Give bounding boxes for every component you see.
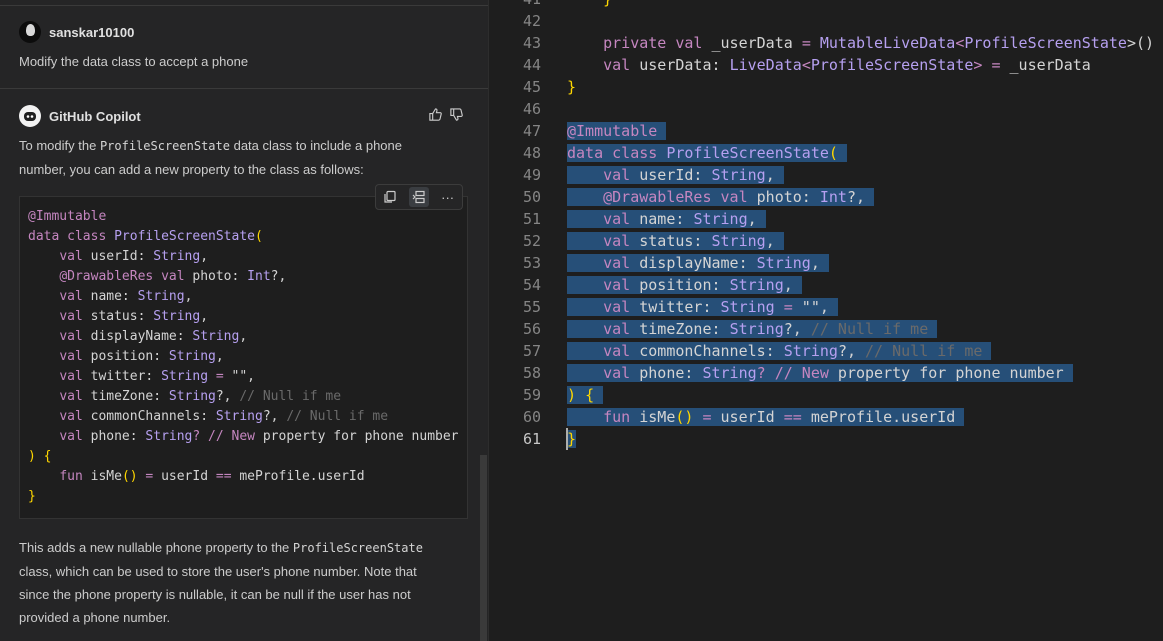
line-number: 58 (522, 364, 541, 382)
outro-text-line3: since the phone property is nullable, it… (19, 587, 411, 602)
thumbs-up-icon[interactable] (428, 107, 443, 122)
editor-line[interactable]: 43 private val _userData = MutableLiveDa… (490, 32, 1163, 54)
line-number: 44 (522, 56, 541, 74)
copilot-chat-panel: sanskar10100 Modify the data class to ac… (0, 0, 489, 641)
outro-text-line4: provided a phone number. (19, 610, 171, 625)
editor-line[interactable]: 56 val timeZone: String?, // Null if me (490, 318, 1163, 340)
line-number: 47 (522, 122, 541, 140)
line-code: val position: String, (567, 274, 802, 296)
line-code: val commonChannels: String?, // Null if … (567, 340, 992, 362)
suggested-code: @Immutable data class ProfileScreenState… (28, 209, 459, 504)
user-message-text: Modify the data class to accept a phone (19, 54, 249, 69)
line-code: } (567, 78, 577, 96)
insert-at-cursor-icon[interactable] (408, 187, 429, 207)
line-code: data class ProfileScreenState( (567, 142, 847, 164)
line-number: 59 (522, 386, 541, 404)
line-number: 46 (522, 100, 541, 118)
line-code: } (567, 0, 612, 10)
line-code: val userData: LiveData<ProfileScreenStat… (603, 56, 1091, 74)
copilot-name: GitHub Copilot (49, 108, 141, 124)
line-number: 43 (522, 34, 541, 52)
user-name: sanskar10100 (49, 24, 135, 40)
code-editor[interactable]: 41 } 42 43 private val _userData = Mutable… (490, 0, 1163, 641)
intro-text-line2: number, you can add a new property to th… (19, 162, 364, 177)
line-number: 50 (522, 188, 541, 206)
user-avatar (19, 21, 41, 43)
editor-line[interactable]: 51 val name: String, (490, 208, 1163, 230)
intro-text-part1: To modify the (19, 138, 100, 153)
editor-line[interactable]: 59 ) { (490, 384, 1163, 406)
intro-inline-code: ProfileScreenState (99, 139, 230, 153)
line-number: 51 (522, 210, 541, 228)
editor-line[interactable]: 41 } (490, 0, 1163, 10)
copilot-intro-text: To modify the ProfileScreenState data cl… (19, 134, 402, 181)
line-number: 57 (522, 342, 541, 360)
editor-line[interactable]: 60 fun isMe() = userId == meProfile.user… (490, 406, 1163, 428)
line-number: 53 (522, 254, 541, 272)
code-block-toolbar: ··· (375, 184, 463, 210)
message-divider (0, 88, 488, 89)
line-code: @DrawableRes val photo: Int?, (567, 186, 875, 208)
more-actions-button[interactable]: ··· (438, 187, 458, 207)
line-code: val phone: String? // New property for p… (567, 362, 1073, 384)
line-code: val name: String, (567, 208, 766, 230)
editor-line[interactable]: 53 val displayName: String, (490, 252, 1163, 274)
editor-line[interactable]: 55 val twitter: String = "", (490, 296, 1163, 318)
chat-scrollbar[interactable] (480, 455, 487, 641)
line-number: 54 (522, 276, 541, 294)
editor-line[interactable]: 57 val commonChannels: String?, // Null … (490, 340, 1163, 362)
editor-line[interactable]: 54 val position: String, (490, 274, 1163, 296)
line-number: 55 (522, 298, 541, 316)
copy-icon[interactable] (380, 187, 400, 207)
copilot-avatar-icon (19, 105, 41, 127)
feedback-buttons (428, 107, 464, 122)
chat-top-border (0, 0, 488, 6)
editor-line[interactable]: 46 (490, 98, 1163, 120)
line-number: 48 (522, 144, 541, 162)
line-code: fun isMe() = userId == meProfile.userId (567, 406, 965, 428)
user-message-header: sanskar10100 (19, 21, 134, 43)
editor-line[interactable]: 48 data class ProfileScreenState( (490, 142, 1163, 164)
line-code: val timeZone: String?, // Null if me (567, 318, 938, 340)
suggested-code-block[interactable]: @Immutable data class ProfileScreenState… (19, 196, 468, 519)
editor-line[interactable]: 61} (490, 428, 1163, 450)
line-number: 52 (522, 232, 541, 250)
editor-line[interactable]: 58 val phone: String? // New property fo… (490, 362, 1163, 384)
outro-text-line2: class, which can be used to store the us… (19, 564, 417, 579)
editor-line[interactable]: 47 @Immutable (490, 120, 1163, 142)
line-code: val displayName: String, (567, 252, 829, 274)
thumbs-down-icon[interactable] (449, 107, 464, 122)
copilot-message-header: GitHub Copilot (19, 105, 141, 127)
line-number: 60 (522, 408, 541, 426)
line-number: 56 (522, 320, 541, 338)
intro-text-part2: data class to include a phone (229, 138, 402, 153)
line-number: 61 (522, 430, 541, 448)
line-code: private val _userData = MutableLiveData<… (603, 34, 1155, 52)
line-code: } (567, 430, 577, 448)
line-code: @Immutable (567, 120, 667, 142)
editor-line[interactable]: 44 val userData: LiveData<ProfileScreenS… (490, 54, 1163, 76)
editor-line[interactable]: 49 val userId: String, (490, 164, 1163, 186)
line-code: val userId: String, (567, 164, 784, 186)
editor-line[interactable]: 50 @DrawableRes val photo: Int?, (490, 186, 1163, 208)
line-number: 41 (491, 0, 541, 10)
editor-line[interactable]: 42 (490, 10, 1163, 32)
editor-line[interactable]: 52 val status: String, (490, 230, 1163, 252)
editor-line[interactable]: 45} (490, 76, 1163, 98)
outro-text-part1: This adds a new nullable phone property … (19, 540, 293, 555)
line-number: 49 (522, 166, 541, 184)
line-code: val status: String, (567, 230, 784, 252)
text-cursor (566, 428, 568, 450)
line-number: 42 (522, 12, 541, 30)
copilot-outro-text: This adds a new nullable phone property … (19, 536, 423, 629)
line-number: 45 (522, 78, 541, 96)
line-code: ) { (567, 384, 604, 406)
line-code: val twitter: String = "", (567, 296, 838, 318)
outro-inline-code: ProfileScreenState (292, 541, 423, 555)
